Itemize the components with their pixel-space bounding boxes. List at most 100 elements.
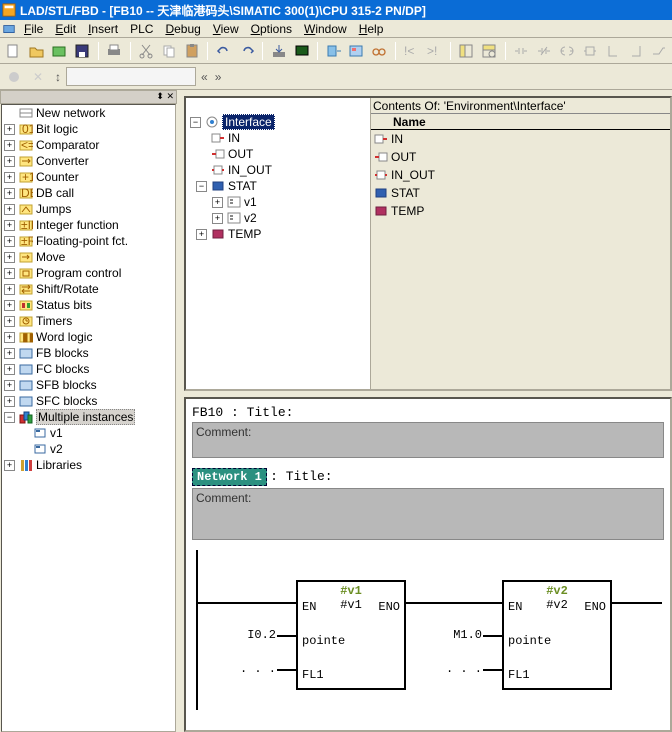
multi-instance-icon	[18, 410, 33, 424]
new-button[interactable]	[3, 40, 24, 62]
iface-in[interactable]: IN	[186, 130, 370, 146]
cut-button[interactable]	[136, 40, 157, 62]
goto-button[interactable]	[323, 40, 344, 62]
block-v1[interactable]: #v1 #v1 EN ENO pointe FL1	[296, 580, 406, 690]
iface-stat[interactable]: −STAT	[186, 178, 370, 194]
block2-in1[interactable]: M1.0	[438, 628, 482, 642]
catalog-sfb[interactable]: +SFB blocks	[2, 377, 175, 393]
catalog-integer[interactable]: +±IIInteger function	[2, 217, 175, 233]
next-error-button[interactable]: >!	[424, 40, 445, 62]
iface-v1[interactable]: +v1	[186, 194, 370, 210]
catalog-program-ctrl[interactable]: +Program control	[2, 265, 175, 281]
branch-close-button[interactable]	[625, 40, 646, 62]
grid-row-inout[interactable]: IN_OUT	[371, 166, 670, 184]
nav-next[interactable]: »	[215, 70, 222, 84]
catalog-new-network[interactable]: New network	[2, 105, 175, 121]
param-inout-icon	[210, 163, 225, 177]
catalog-close[interactable]: ⬍ ✕	[0, 90, 177, 104]
detail-button[interactable]	[479, 40, 500, 62]
svg-text:✕: ✕	[33, 70, 43, 84]
catalog-bit-logic[interactable]: +01Bit logic	[2, 121, 175, 137]
network-title-suffix: : Title:	[270, 469, 332, 484]
box-button[interactable]	[579, 40, 600, 62]
grid-row-temp[interactable]: TEMP	[371, 202, 670, 220]
pin-in2-label: FL1	[302, 668, 324, 682]
menu-help[interactable]: Help	[353, 22, 390, 36]
menu-plc[interactable]: PLC	[124, 22, 159, 36]
redo-button[interactable]	[236, 40, 257, 62]
catalog-timers[interactable]: +Timers	[2, 313, 175, 329]
interface-header: Contents Of: 'Environment\Interface'	[371, 98, 670, 114]
open-button[interactable]	[26, 40, 47, 62]
iface-v2[interactable]: +v2	[186, 210, 370, 226]
menu-options[interactable]: Options	[245, 22, 298, 36]
connect-button[interactable]	[648, 40, 669, 62]
window-title: LAD/STL/FBD - [FB10 -- 天津临港码头\SIMATIC 30…	[20, 2, 426, 19]
catalog-status[interactable]: +Status bits	[2, 297, 175, 313]
branch-open-button[interactable]	[602, 40, 623, 62]
address-combo[interactable]	[66, 67, 196, 86]
catalog-comparator[interactable]: +<=>Comparator	[2, 137, 175, 153]
param-out-icon	[373, 150, 388, 164]
menu-edit[interactable]: Edit	[49, 22, 82, 36]
iface-out[interactable]: OUT	[186, 146, 370, 162]
menu-insert[interactable]: Insert	[82, 22, 124, 36]
catalog-sfc[interactable]: +SFC blocks	[2, 393, 175, 409]
menu-file[interactable]: File	[18, 22, 49, 36]
grid-row-out[interactable]: OUT	[371, 148, 670, 166]
overview-button[interactable]	[456, 40, 477, 62]
iface-inout[interactable]: IN_OUT	[186, 162, 370, 178]
block1-in1[interactable]: I0.2	[232, 628, 276, 642]
contact-nc-button[interactable]	[533, 40, 554, 62]
paste-button[interactable]	[181, 40, 202, 62]
catalog-shift[interactable]: +⇄Shift/Rotate	[2, 281, 175, 297]
block-v2[interactable]: #v2 #v2 EN ENO pointe FL1	[502, 580, 612, 690]
fb-comment[interactable]: Comment:	[192, 422, 664, 458]
grid-row-in[interactable]: IN	[371, 130, 670, 148]
run-button[interactable]: ✕	[28, 66, 50, 88]
catalog-counter[interactable]: ++1Counter	[2, 169, 175, 185]
catalog-v1[interactable]: v1	[2, 425, 175, 441]
grid-row-stat[interactable]: STAT	[371, 184, 670, 202]
print-button[interactable]	[104, 40, 125, 62]
catalog-float[interactable]: +±RFloating-point fct.	[2, 233, 175, 249]
iface-root[interactable]: −Interface	[186, 114, 370, 130]
catalog-libraries[interactable]: +Libraries	[2, 457, 175, 473]
catalog-converter[interactable]: +Converter	[2, 153, 175, 169]
param-in-icon	[373, 132, 388, 146]
rung-1: #v1 #v1 EN ENO pointe FL1 I0.2 . . . #v2…	[192, 550, 664, 710]
catalog-word-logic[interactable]: +▮▮Word logic	[2, 329, 175, 345]
catalog-v2[interactable]: v2	[2, 441, 175, 457]
folder-icon	[18, 266, 33, 280]
glasses-button[interactable]	[369, 40, 390, 62]
network-comment[interactable]: Comment:	[192, 488, 664, 540]
menu-window[interactable]: Window	[298, 22, 353, 36]
block1-in2[interactable]: . . .	[232, 662, 276, 676]
menu-view[interactable]: View	[207, 22, 245, 36]
nav-prev[interactable]: «	[201, 70, 208, 84]
catalog-move[interactable]: +Move	[2, 249, 175, 265]
contact-no-button[interactable]	[511, 40, 532, 62]
catalog-db-call[interactable]: +DBDB call	[2, 185, 175, 201]
app-small-icon	[2, 22, 16, 36]
monitor-button[interactable]	[291, 40, 312, 62]
interface-area: −Interface IN OUT IN_OUT −STAT +v1 +v2 +…	[184, 96, 672, 391]
iface-temp[interactable]: +TEMP	[186, 226, 370, 242]
undo-button[interactable]	[213, 40, 234, 62]
ref-button[interactable]	[346, 40, 367, 62]
breakpoint-button[interactable]	[3, 66, 25, 88]
block2-in2[interactable]: . . .	[438, 662, 482, 676]
download-button[interactable]	[268, 40, 289, 62]
save-button[interactable]	[72, 40, 93, 62]
open-online-button[interactable]	[49, 40, 70, 62]
network-label[interactable]: Network 1	[192, 468, 267, 486]
catalog-fc[interactable]: +FC blocks	[2, 361, 175, 377]
coil-button[interactable]	[556, 40, 577, 62]
prev-error-button[interactable]: !<	[401, 40, 422, 62]
power-rail	[196, 550, 198, 710]
menu-debug[interactable]: Debug	[159, 22, 206, 36]
copy-button[interactable]	[159, 40, 180, 62]
catalog-jumps[interactable]: +Jumps	[2, 201, 175, 217]
catalog-fb[interactable]: +FB blocks	[2, 345, 175, 361]
catalog-multi-inst[interactable]: −Multiple instances	[2, 409, 175, 425]
